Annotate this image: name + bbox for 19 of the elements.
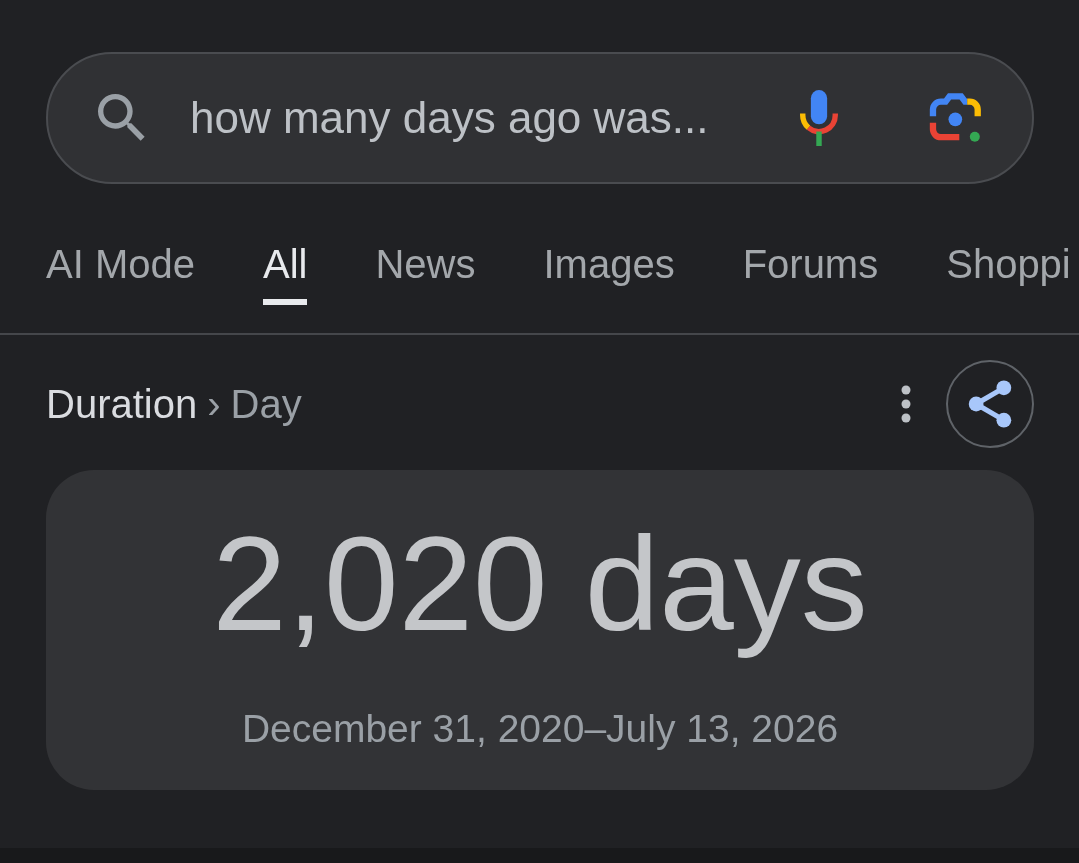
- tab[interactable]: All: [262, 240, 308, 305]
- breadcrumb-category[interactable]: Duration: [46, 380, 198, 428]
- search-input[interactable]: how many days ago was...: [190, 91, 800, 145]
- search-bar[interactable]: how many days ago was...: [46, 52, 1034, 184]
- more-options-icon[interactable]: [901, 385, 911, 423]
- microphone-icon[interactable]: [800, 90, 838, 146]
- tab[interactable]: Images: [543, 240, 675, 305]
- share-icon: [968, 380, 1012, 428]
- share-button[interactable]: [946, 360, 1034, 448]
- breadcrumb-unit[interactable]: Day: [230, 380, 302, 428]
- tab[interactable]: Shoppi: [946, 240, 1071, 305]
- tab[interactable]: AI Mode: [46, 240, 195, 305]
- search-icon: [98, 94, 146, 142]
- camera-search-icon[interactable]: [929, 93, 983, 143]
- date-range: December 31, 2020–July 13, 2026: [241, 706, 839, 752]
- breadcrumb-separator: ›: [207, 381, 221, 428]
- tab[interactable]: News: [375, 240, 476, 305]
- tab[interactable]: Forums: [742, 240, 879, 305]
- result-value: 2,020 days: [212, 508, 868, 660]
